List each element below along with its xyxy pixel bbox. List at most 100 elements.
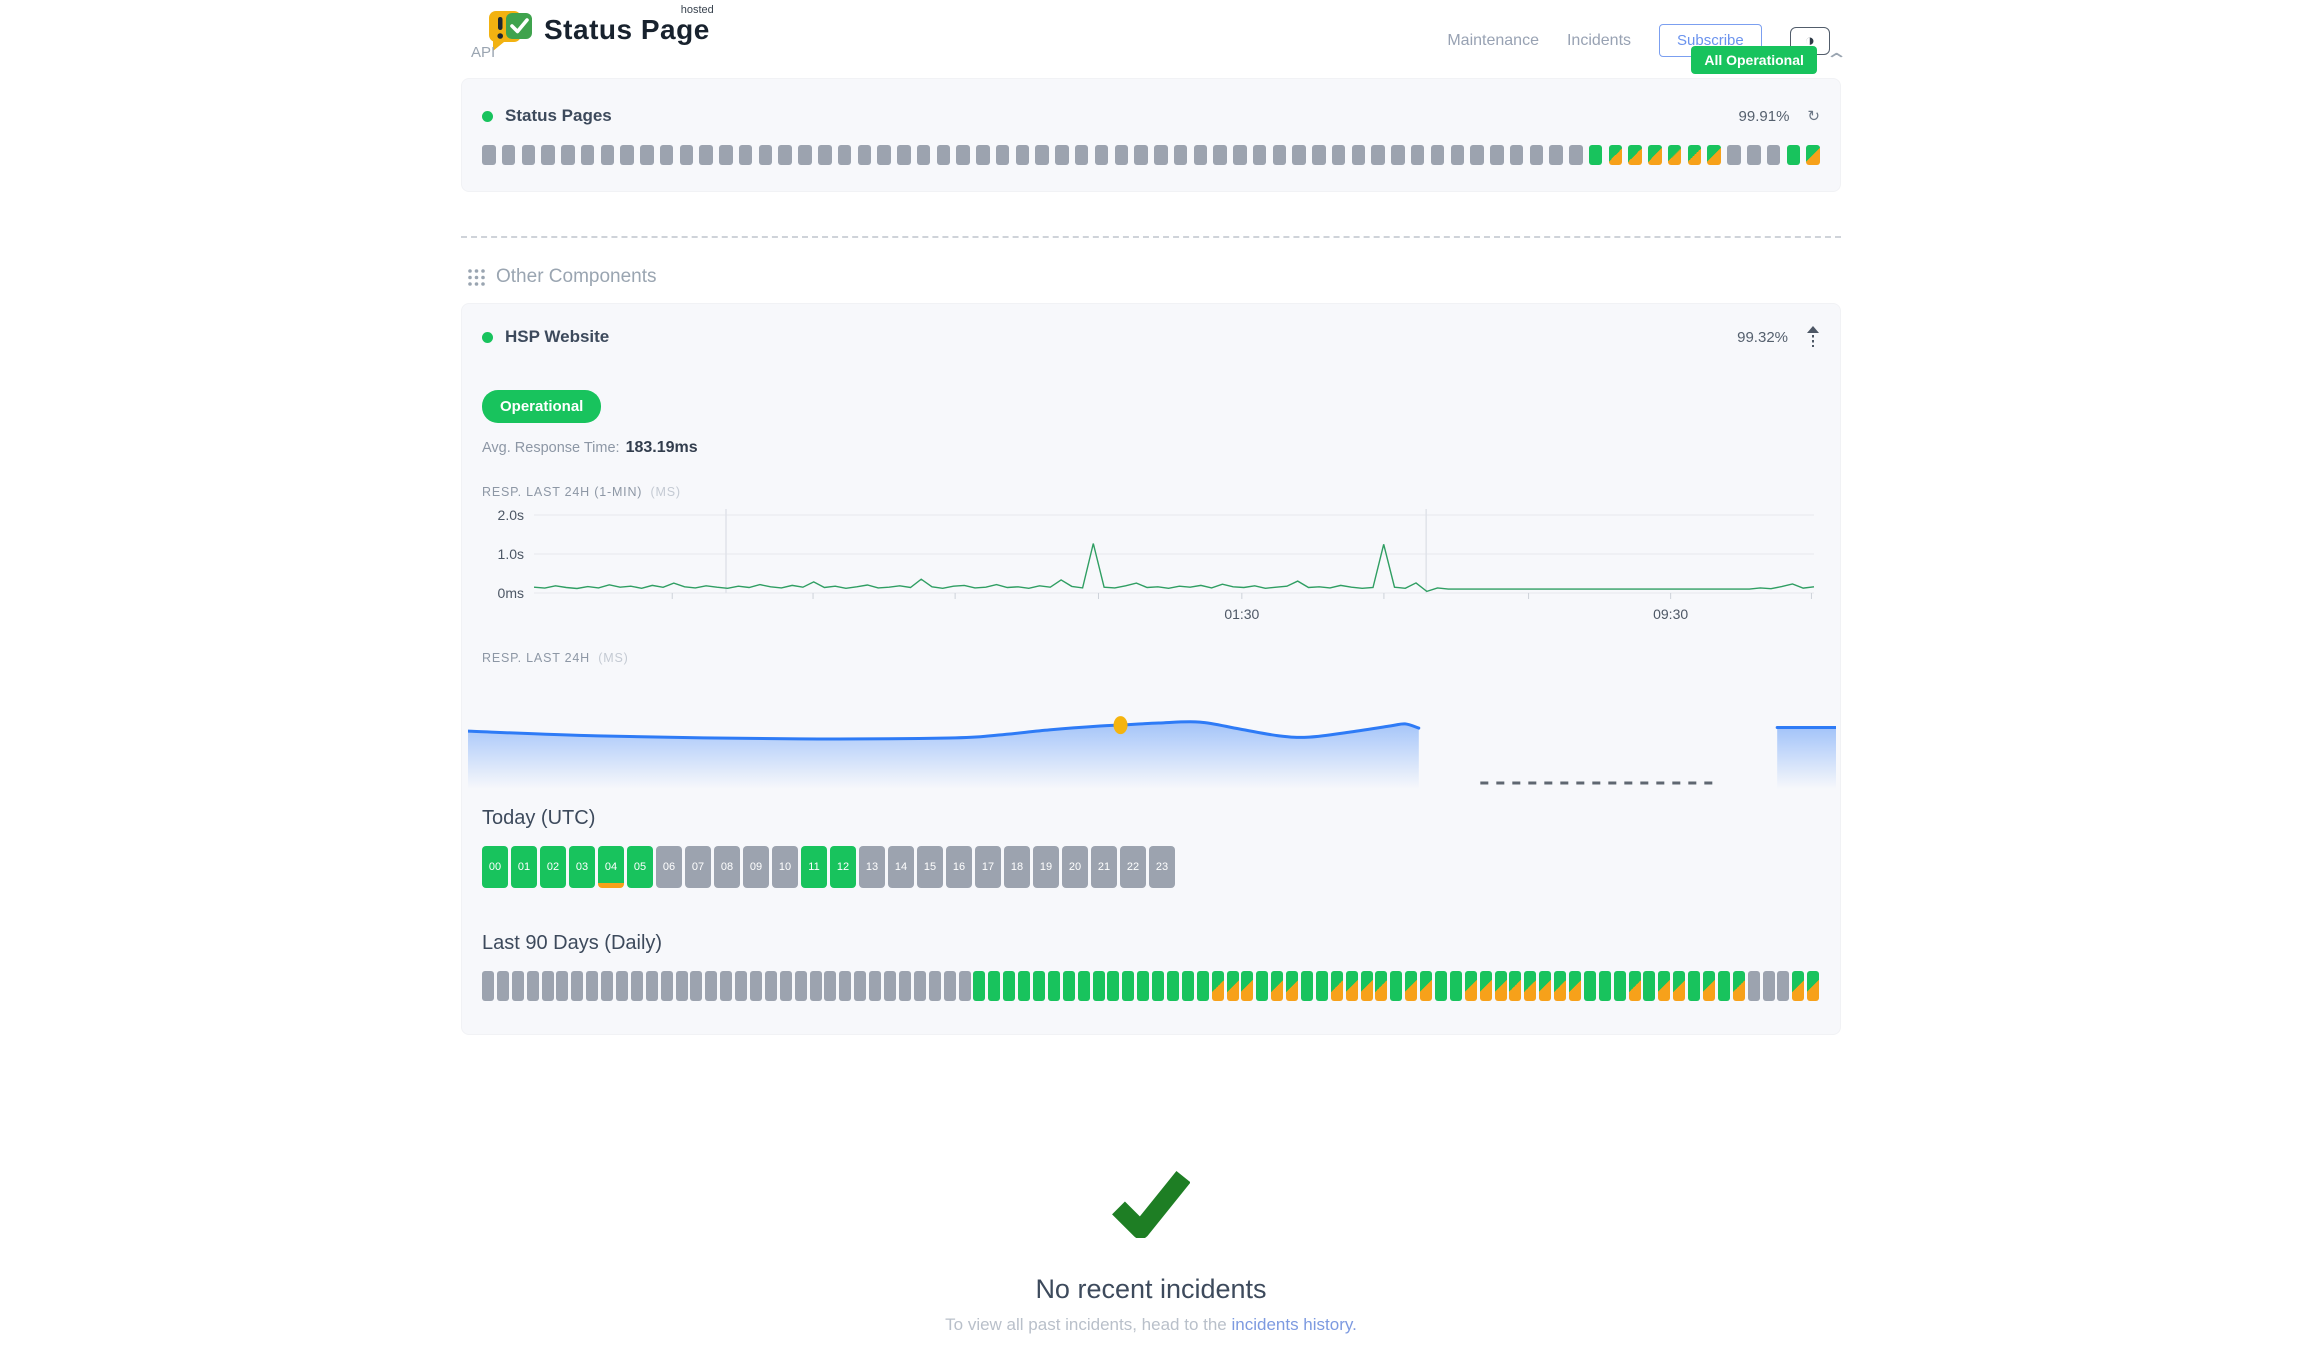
hour-cell-12[interactable]: 12	[830, 846, 856, 888]
uptime-bar[interactable]	[1747, 145, 1761, 165]
uptime-bar[interactable]	[899, 971, 911, 1001]
uptime-bar[interactable]	[1312, 145, 1326, 165]
chevron-up-icon[interactable]: ⌃	[1824, 50, 1848, 71]
uptime-bar[interactable]	[542, 971, 554, 1001]
uptime-bar[interactable]	[1332, 145, 1346, 165]
uptime-bar[interactable]	[1748, 971, 1760, 1001]
uptime-bar[interactable]	[1470, 145, 1484, 165]
uptime-bar[interactable]	[780, 971, 792, 1001]
uptime-bar[interactable]	[571, 971, 583, 1001]
uptime-bar[interactable]	[1154, 145, 1168, 165]
uptime-bar[interactable]	[778, 145, 792, 165]
nav-incidents[interactable]: Incidents	[1567, 32, 1631, 50]
uptime-bar[interactable]	[1767, 145, 1781, 165]
uptime-bar[interactable]	[640, 145, 654, 165]
uptime-bar[interactable]	[1530, 145, 1544, 165]
uptime-bar[interactable]	[956, 145, 970, 165]
uptime-bar[interactable]	[869, 971, 881, 1001]
hour-cell-20[interactable]: 20	[1062, 846, 1088, 888]
uptime-bar[interactable]	[877, 145, 891, 165]
uptime-bar[interactable]	[1033, 971, 1045, 1001]
uptime-bar[interactable]	[739, 145, 753, 165]
uptime-bar[interactable]	[1194, 145, 1208, 165]
uptime-bar[interactable]	[1569, 971, 1581, 1001]
uptime-bar[interactable]	[973, 971, 985, 1001]
uptime-bar[interactable]	[838, 145, 852, 165]
uptime-bar[interactable]	[1420, 971, 1432, 1001]
uptime-bar[interactable]	[1361, 971, 1373, 1001]
uptime-bar[interactable]	[1763, 971, 1775, 1001]
uptime-bar[interactable]	[996, 145, 1010, 165]
uptime-bar[interactable]	[720, 971, 732, 1001]
uptime-bar[interactable]	[976, 145, 990, 165]
uptime-bar[interactable]	[1431, 145, 1445, 165]
uptime-bar[interactable]	[1122, 971, 1134, 1001]
uptime-bar[interactable]	[1273, 145, 1287, 165]
logo[interactable]: hosted Status Page	[487, 8, 710, 53]
hour-cell-18[interactable]: 18	[1004, 846, 1030, 888]
uptime-bar[interactable]	[1390, 971, 1402, 1001]
uptime-bar[interactable]	[680, 145, 694, 165]
uptime-bar[interactable]	[1075, 145, 1089, 165]
uptime-bar[interactable]	[1777, 971, 1789, 1001]
uptime-bar[interactable]	[1727, 145, 1741, 165]
uptime-bar[interactable]	[601, 971, 613, 1001]
uptime-bar[interactable]	[1316, 971, 1328, 1001]
uptime-bar[interactable]	[1451, 145, 1465, 165]
uptime-bar[interactable]	[661, 971, 673, 1001]
uptime-bar[interactable]	[1792, 971, 1804, 1001]
uptime-bar[interactable]	[1539, 971, 1551, 1001]
uptime-bar[interactable]	[1524, 971, 1536, 1001]
uptime-bar[interactable]	[502, 145, 516, 165]
nav-maintenance[interactable]: Maintenance	[1447, 32, 1539, 50]
uptime-bar[interactable]	[561, 145, 575, 165]
uptime-bar[interactable]	[854, 971, 866, 1001]
uptime-bar[interactable]	[646, 971, 658, 1001]
uptime-bar[interactable]	[798, 145, 812, 165]
hour-cell-05[interactable]: 05	[627, 846, 653, 888]
uptime-bar[interactable]	[1569, 145, 1583, 165]
uptime-bar[interactable]	[699, 145, 713, 165]
hour-cell-10[interactable]: 10	[772, 846, 798, 888]
uptime-bar[interactable]	[897, 145, 911, 165]
uptime-bar[interactable]	[1490, 145, 1504, 165]
response-time-chart-24h-1min[interactable]: 2.0s1.0s0ms01:3009:30	[482, 505, 1822, 625]
hour-cell-11[interactable]: 11	[801, 846, 827, 888]
uptime-bar[interactable]	[759, 145, 773, 165]
uptime-bar[interactable]	[1411, 145, 1425, 165]
uptime-bar[interactable]	[1658, 971, 1670, 1001]
uptime-bar[interactable]	[1391, 145, 1405, 165]
uptime-bar[interactable]	[1707, 145, 1721, 165]
uptime-bar[interactable]	[482, 145, 496, 165]
uptime-bar[interactable]	[1003, 971, 1015, 1001]
uptime-bar[interactable]	[1628, 145, 1642, 165]
uptime-bar[interactable]	[1599, 971, 1611, 1001]
uptime-bar[interactable]	[1167, 971, 1179, 1001]
uptime-bar[interactable]	[1510, 145, 1524, 165]
hour-cell-08[interactable]: 08	[714, 846, 740, 888]
hour-cell-23[interactable]: 23	[1149, 846, 1175, 888]
uptime-bar[interactable]	[1352, 145, 1366, 165]
uptime-bar[interactable]	[1035, 145, 1049, 165]
uptime-bar[interactable]	[676, 971, 688, 1001]
uptime-bar[interactable]	[1253, 145, 1267, 165]
uptime-bar[interactable]	[1614, 971, 1626, 1001]
uptime-bar[interactable]	[1648, 145, 1662, 165]
uptime-bar[interactable]	[1609, 145, 1623, 165]
uptime-bar[interactable]	[1301, 971, 1313, 1001]
uptime-bar[interactable]	[616, 971, 628, 1001]
uptime-bar[interactable]	[1197, 971, 1209, 1001]
uptime-bar[interactable]	[586, 971, 598, 1001]
uptime-bar[interactable]	[1589, 145, 1603, 165]
uptime-bar[interactable]	[1688, 145, 1702, 165]
uptime-bar[interactable]	[1733, 971, 1745, 1001]
hour-cell-09[interactable]: 09	[743, 846, 769, 888]
uptime-bar[interactable]	[1063, 971, 1075, 1001]
hour-cell-15[interactable]: 15	[917, 846, 943, 888]
uptime-bar[interactable]	[1095, 145, 1109, 165]
uptime-bar[interactable]	[1286, 971, 1298, 1001]
uptime-bar[interactable]	[556, 971, 568, 1001]
uptime-bar[interactable]	[1584, 971, 1596, 1001]
uptime-bar[interactable]	[1465, 971, 1477, 1001]
uptime-bar[interactable]	[1115, 145, 1129, 165]
